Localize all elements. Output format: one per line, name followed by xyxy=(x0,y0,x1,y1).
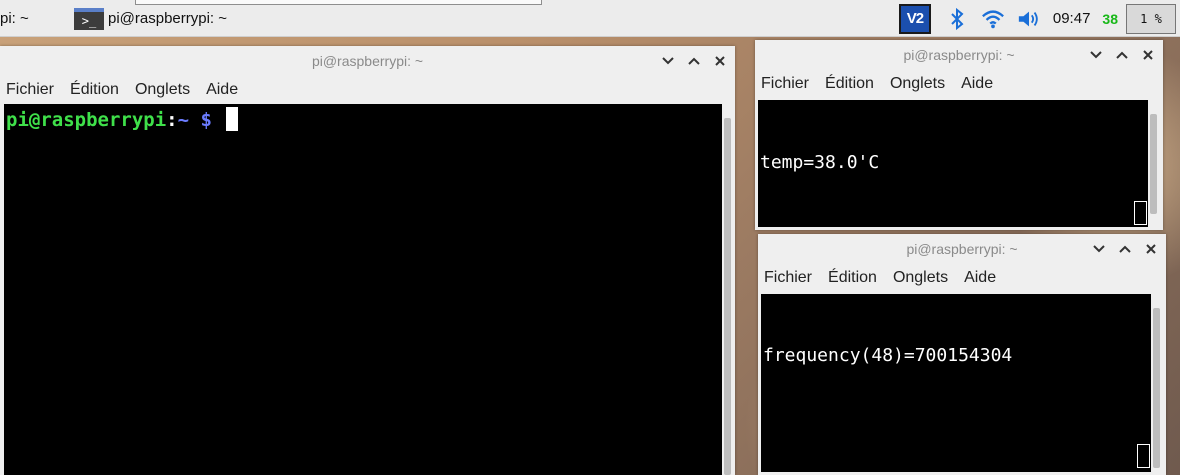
scrollbar[interactable] xyxy=(1148,100,1160,227)
maximize-button[interactable] xyxy=(687,54,701,68)
menu-edition[interactable]: Édition xyxy=(828,269,877,287)
taskbar-item-terminal-label: pi@raspberrypi: ~ xyxy=(108,10,228,27)
system-tray: V2 09:47 38 1 % xyxy=(898,0,1180,37)
terminal-window-frequency: pi@raspberrypi: ~ Fichier Édition Onglet… xyxy=(758,234,1166,475)
close-button[interactable] xyxy=(713,54,727,68)
terminal-area[interactable]: temp=38.0'C xyxy=(758,100,1148,227)
taskbar-item-prev-label: pi: ~ xyxy=(0,10,29,27)
scrollbar-thumb[interactable] xyxy=(1150,114,1157,214)
menu-aide[interactable]: Aide xyxy=(961,75,993,93)
minimize-button[interactable] xyxy=(661,54,675,68)
scrollbar[interactable] xyxy=(722,104,733,475)
terminal-output: frequency(48)=700154304 xyxy=(763,345,1013,366)
terminal-window-main: pi@raspberrypi: ~ Fichier Édition Onglet… xyxy=(0,46,735,475)
shell-prompt: pi@raspberrypi:~ $ xyxy=(6,107,238,131)
volume-icon[interactable] xyxy=(1017,7,1041,31)
close-button[interactable] xyxy=(1144,242,1158,256)
terminal-area[interactable]: pi@raspberrypi:~ $ xyxy=(4,104,722,475)
chevron-down-icon xyxy=(662,57,674,65)
close-button[interactable] xyxy=(1141,48,1155,62)
cpu-usage-monitor[interactable]: 1 % xyxy=(1126,3,1176,34)
scrollbar-thumb[interactable] xyxy=(724,118,731,475)
text-cursor xyxy=(1134,201,1147,225)
text-cursor xyxy=(1137,444,1150,468)
cpu-temperature: 38 xyxy=(1102,10,1118,27)
terminal-area[interactable]: frequency(48)=700154304 xyxy=(761,294,1151,472)
menu-onglets[interactable]: Onglets xyxy=(135,81,190,99)
prompt-user: pi@raspberrypi xyxy=(6,109,167,131)
close-icon xyxy=(715,56,725,66)
maximize-button[interactable] xyxy=(1118,242,1132,256)
menu-aide[interactable]: Aide xyxy=(206,81,238,99)
window-title: pi@raspberrypi: ~ xyxy=(903,47,1015,63)
menu-onglets[interactable]: Onglets xyxy=(893,269,948,287)
window-title: pi@raspberrypi: ~ xyxy=(906,241,1018,257)
window-title: pi@raspberrypi: ~ xyxy=(311,53,424,69)
menu-edition[interactable]: Édition xyxy=(825,75,874,93)
maximize-button[interactable] xyxy=(1115,48,1129,62)
close-icon xyxy=(1143,50,1153,60)
scrollbar[interactable] xyxy=(1151,294,1163,472)
terminal-icon: >_ xyxy=(74,7,104,30)
prompt-path: ~ $ xyxy=(177,109,212,131)
menu-bar: Fichier Édition Onglets Aide xyxy=(755,70,1163,98)
vnc-icon[interactable]: V2 xyxy=(898,3,931,34)
window-titlebar[interactable]: pi@raspberrypi: ~ xyxy=(0,46,735,76)
taskbar: pi: ~ >_ pi@raspberrypi: ~ V2 09:47 38 1… xyxy=(0,0,1180,37)
bluetooth-icon[interactable] xyxy=(945,7,969,31)
menu-aide[interactable]: Aide xyxy=(964,269,996,287)
chevron-up-icon xyxy=(1116,51,1128,59)
minimize-button[interactable] xyxy=(1089,48,1103,62)
taskbar-item-prev[interactable]: pi: ~ xyxy=(0,0,70,37)
scrollbar-thumb[interactable] xyxy=(1153,308,1160,468)
menu-bar: Fichier Édition Onglets Aide xyxy=(0,76,735,104)
chevron-down-icon xyxy=(1090,51,1102,59)
menu-onglets[interactable]: Onglets xyxy=(890,75,945,93)
taskbar-item-terminal[interactable]: >_ pi@raspberrypi: ~ xyxy=(74,0,227,37)
minimize-button[interactable] xyxy=(1092,242,1106,256)
tooltip-frame xyxy=(135,0,542,5)
menu-edition[interactable]: Édition xyxy=(70,81,119,99)
text-cursor xyxy=(225,107,238,131)
wifi-icon[interactable] xyxy=(981,7,1005,31)
chevron-up-icon xyxy=(1119,245,1131,253)
terminal-output: temp=38.0'C xyxy=(760,152,880,173)
menu-fichier[interactable]: Fichier xyxy=(764,269,812,287)
window-titlebar[interactable]: pi@raspberrypi: ~ xyxy=(758,234,1166,264)
menu-bar: Fichier Édition Onglets Aide xyxy=(758,264,1166,292)
menu-fichier[interactable]: Fichier xyxy=(6,81,54,99)
menu-fichier[interactable]: Fichier xyxy=(761,75,809,93)
clock[interactable]: 09:47 xyxy=(1053,10,1091,27)
chevron-down-icon xyxy=(1093,245,1105,253)
terminal-window-temp: pi@raspberrypi: ~ Fichier Édition Onglet… xyxy=(755,40,1163,230)
window-titlebar[interactable]: pi@raspberrypi: ~ xyxy=(755,40,1163,70)
chevron-up-icon xyxy=(688,57,700,65)
close-icon xyxy=(1146,244,1156,254)
prompt-separator: : xyxy=(166,109,178,131)
